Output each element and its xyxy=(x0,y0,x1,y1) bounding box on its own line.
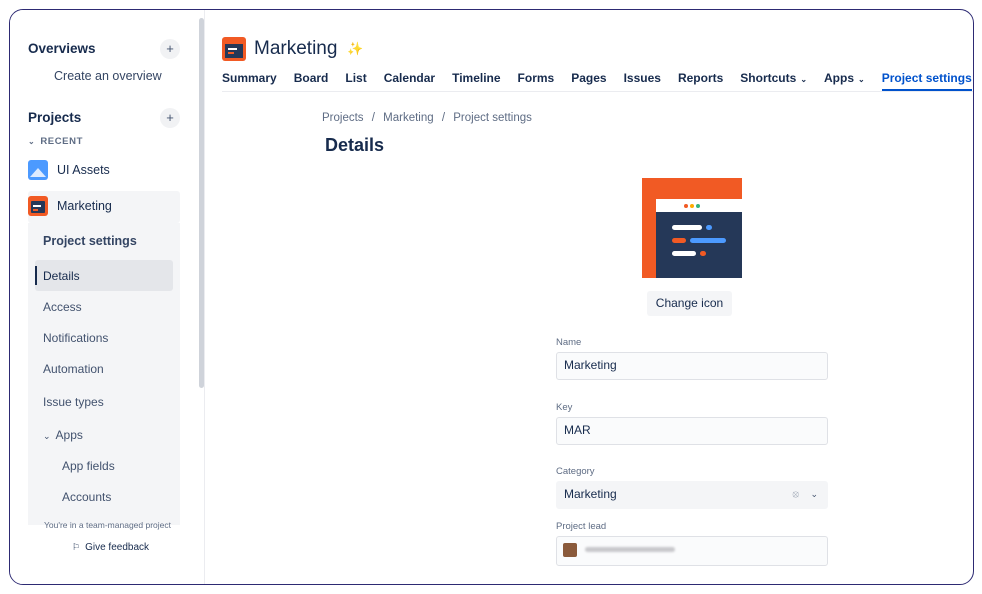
project-lead-field[interactable] xyxy=(556,536,828,566)
recent-toggle[interactable]: ⌄ RECENT xyxy=(28,136,83,147)
nav-item-accounts[interactable]: Accounts xyxy=(62,490,111,504)
tabs-divider xyxy=(222,91,973,92)
add-overview-button[interactable]: + xyxy=(160,39,180,59)
nav-item-access[interactable]: Access xyxy=(43,300,82,314)
key-label: Key xyxy=(556,402,573,413)
breadcrumb-separator: / xyxy=(371,112,375,124)
tab-apps-label: Apps xyxy=(824,71,855,85)
tab-shortcuts-label: Shortcuts xyxy=(740,71,797,85)
add-project-button[interactable]: + xyxy=(160,108,180,128)
create-overview-link[interactable]: Create an overview xyxy=(54,69,162,83)
sidebar-project-label: UI Assets xyxy=(57,163,110,177)
chevron-down-icon: ⌄ xyxy=(858,75,865,84)
tab-forms[interactable]: Forms xyxy=(518,71,555,91)
breadcrumb: Projects / Marketing / Project settings xyxy=(322,112,537,124)
app-window: Overviews + Create an overview Projects … xyxy=(9,9,974,585)
nav-item-notifications[interactable]: Notifications xyxy=(43,331,108,345)
megaphone-icon: ⚐ xyxy=(72,542,81,552)
selected-indicator xyxy=(35,266,37,285)
chevron-down-icon: ⌄ xyxy=(810,489,818,499)
tab-board[interactable]: Board xyxy=(294,71,329,91)
give-feedback-link[interactable]: ⚐ Give feedback xyxy=(72,542,149,553)
change-icon-button[interactable]: Change icon xyxy=(647,291,732,316)
give-feedback-label: Give feedback xyxy=(85,542,150,553)
tab-reports[interactable]: Reports xyxy=(678,71,723,91)
breadcrumb-project-settings[interactable]: Project settings xyxy=(453,112,532,124)
tab-shortcuts[interactable]: Shortcuts ⌄ xyxy=(740,71,807,91)
tab-apps[interactable]: Apps ⌄ xyxy=(824,71,865,91)
sidebar-project-ui-assets[interactable]: UI Assets xyxy=(28,160,110,180)
nav-item-details[interactable]: Details xyxy=(43,269,80,283)
breadcrumb-separator: / xyxy=(441,112,446,124)
project-tabs: Summary Board List Calendar Timeline For… xyxy=(222,71,973,91)
avatar xyxy=(563,543,577,557)
nav-item-apps-label: Apps xyxy=(55,428,83,442)
category-label: Category xyxy=(556,466,595,477)
project-avatar-image xyxy=(642,178,742,278)
tab-timeline[interactable]: Timeline xyxy=(452,71,500,91)
nav-item-apps[interactable]: ⌄ Apps xyxy=(43,428,83,442)
chevron-down-icon: ⌄ xyxy=(800,75,808,84)
sidebar: Overviews + Create an overview Projects … xyxy=(10,10,205,584)
project-title: Marketing xyxy=(254,38,338,59)
page-title: Details xyxy=(325,135,385,155)
tab-calendar[interactable]: Calendar xyxy=(384,71,435,91)
sidebar-project-marketing[interactable]: Marketing xyxy=(28,196,112,216)
project-lead-label: Project lead xyxy=(556,521,607,532)
project-settings-heading: Project settings xyxy=(43,234,137,248)
recent-label: RECENT xyxy=(40,136,83,147)
tab-summary[interactable]: Summary xyxy=(222,71,277,91)
tab-project-settings[interactable]: Project settings xyxy=(881,71,972,91)
pin-icon[interactable]: ✨ xyxy=(347,41,363,57)
chevron-down-icon: ⌄ xyxy=(28,137,36,146)
key-field[interactable]: MAR xyxy=(556,417,828,445)
category-value: Marketing xyxy=(564,487,617,501)
project-header: Marketing ✨ xyxy=(222,37,364,61)
sidebar-project-label: Marketing xyxy=(57,199,112,213)
tab-list[interactable]: List xyxy=(345,71,366,91)
marketing-project-icon xyxy=(222,37,246,61)
clear-icon[interactable]: ⦻ xyxy=(792,482,799,507)
chevron-down-icon: ⌄ xyxy=(43,431,51,441)
overviews-heading: Overviews xyxy=(28,41,96,56)
marketing-project-icon xyxy=(28,196,48,216)
nav-item-automation[interactable]: Automation xyxy=(43,362,104,376)
blurred-lead-name xyxy=(585,547,675,552)
tab-issues[interactable]: Issues xyxy=(624,71,661,91)
team-managed-note: You're in a team-managed project xyxy=(44,520,171,530)
category-select[interactable]: Marketing ⦻ ⌄ xyxy=(556,481,828,509)
nav-item-app-fields[interactable]: App fields xyxy=(62,459,115,473)
main-content: Marketing ✨ Summary Board List Calendar … xyxy=(205,10,973,584)
tab-pages[interactable]: Pages xyxy=(571,71,606,91)
nav-item-issue-types[interactable]: Issue types xyxy=(43,395,104,409)
ui-assets-project-icon xyxy=(28,160,48,180)
name-label: Name xyxy=(556,337,582,348)
breadcrumb-marketing[interactable]: Marketing xyxy=(383,112,434,124)
projects-heading: Projects xyxy=(28,110,82,125)
name-field[interactable]: Marketing xyxy=(556,352,828,380)
breadcrumb-projects[interactable]: Projects xyxy=(322,112,364,124)
